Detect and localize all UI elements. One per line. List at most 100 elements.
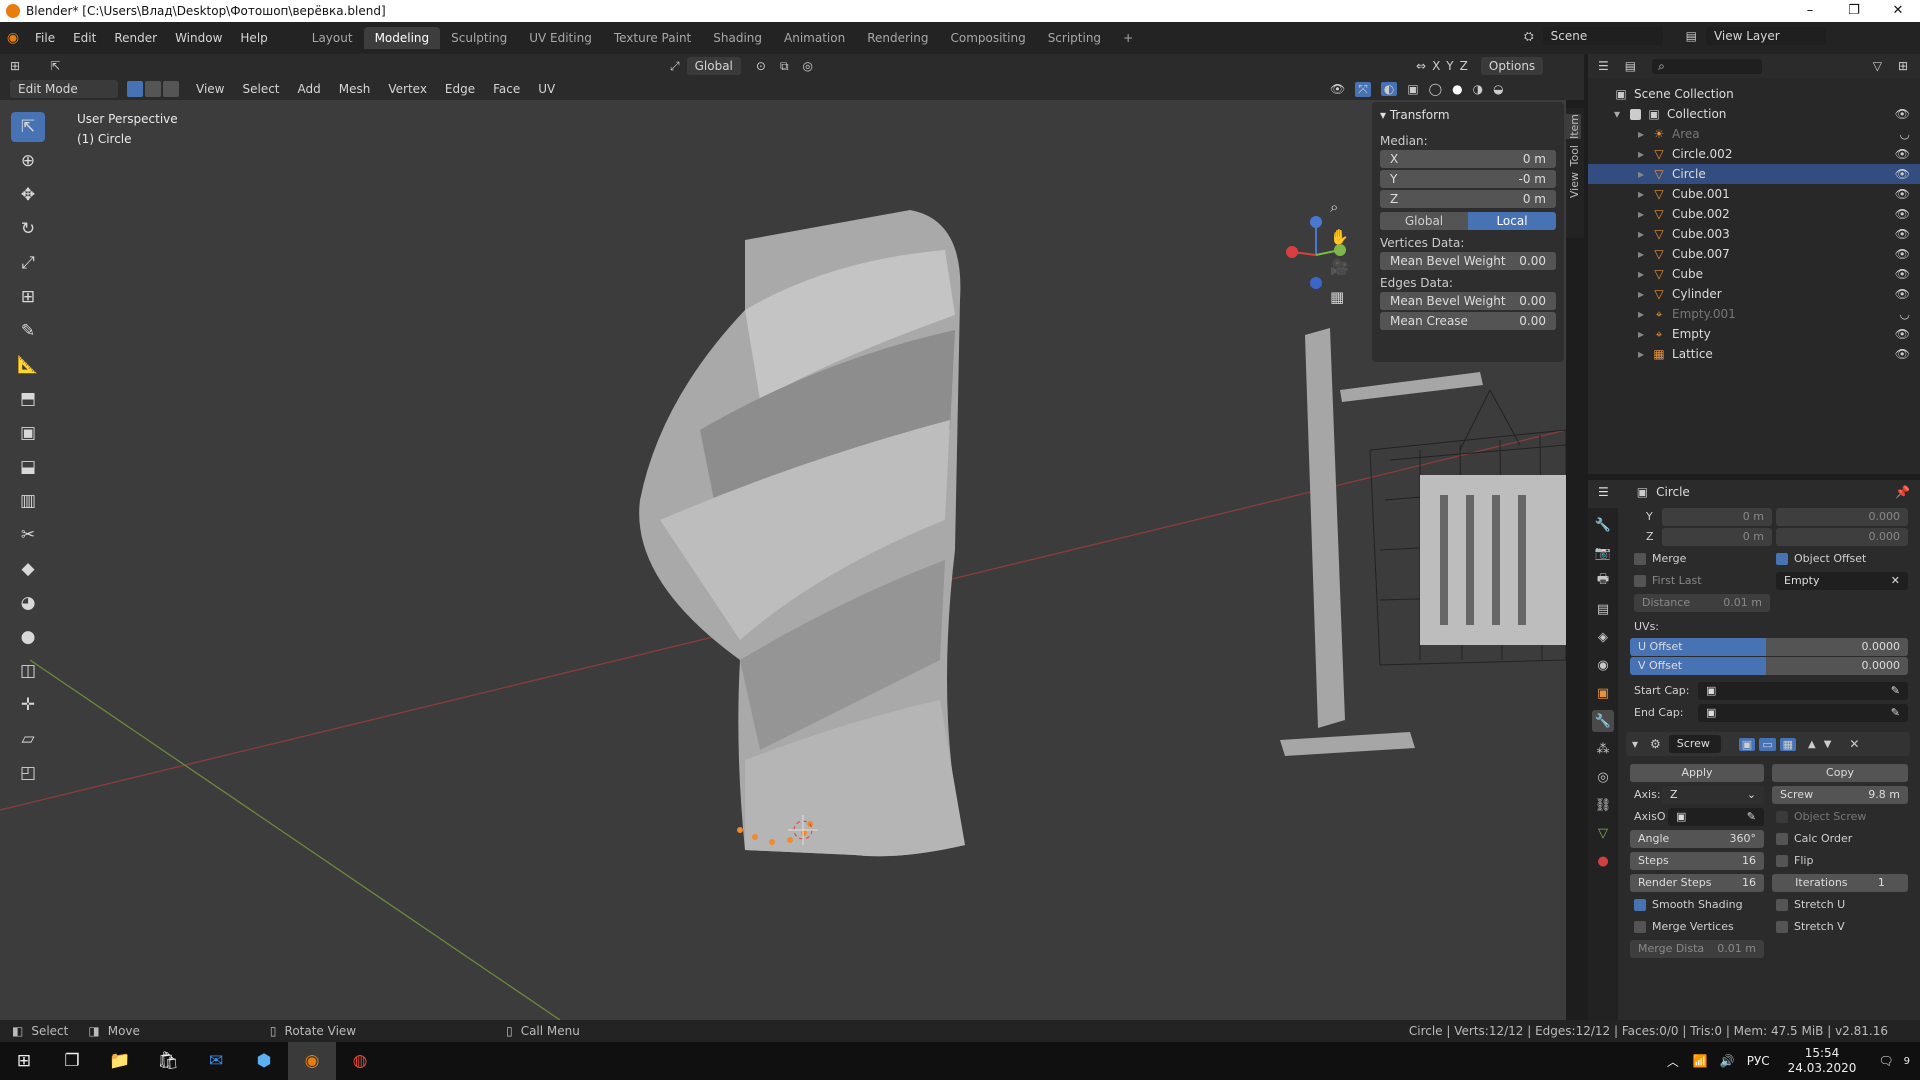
menu-select[interactable]: Select [233, 78, 288, 100]
orientation-dropdown[interactable]: Global [686, 57, 741, 75]
chrome-icon[interactable]: ◍ [336, 1042, 384, 1080]
tab-sculpting[interactable]: Sculpting [440, 27, 518, 49]
tab-view[interactable]: View [1566, 172, 1581, 198]
edge-slide-icon[interactable]: ◫ [11, 656, 45, 686]
outliner-item[interactable]: ▸ ☀ Area ◡ [1588, 124, 1920, 144]
smooth-shading-checkbox[interactable]: Smooth Shading [1634, 896, 1743, 914]
outliner-collection[interactable]: ▾ ▣ Collection 👁 [1588, 104, 1920, 124]
eye-icon[interactable]: 👁 [1895, 227, 1910, 241]
menu-view[interactable]: View [187, 78, 233, 100]
outliner-item[interactable]: ▸ ▽ Circle 👁 [1588, 164, 1920, 184]
screw-field[interactable]: Screw 9.8 m [1772, 786, 1908, 804]
eye-icon[interactable]: 👁 [1895, 207, 1910, 221]
vertex-bevel-weight-field[interactable]: Mean Bevel Weight 0.00 [1380, 252, 1556, 270]
menu-edit[interactable]: Edit [64, 22, 105, 54]
offset-y-field[interactable]: 0 m [1662, 508, 1772, 526]
proportional-icon[interactable]: ◎ [803, 59, 813, 73]
measure-icon[interactable]: 📐 [11, 350, 45, 380]
tab-rendering[interactable]: Rendering [856, 27, 939, 49]
tab-compositing[interactable]: Compositing [939, 27, 1036, 49]
eyedropper-icon-2[interactable]: ✎ [1891, 704, 1900, 722]
outliner-item[interactable]: ▸ ▽ Cube 👁 [1588, 264, 1920, 284]
loop-cut-icon[interactable]: ▥ [11, 486, 45, 516]
spin-icon[interactable]: ◕ [11, 588, 45, 618]
visibility-icon[interactable]: 👁 [1330, 82, 1345, 96]
flip-checkbox[interactable]: Flip [1776, 852, 1813, 870]
menu-help[interactable]: Help [231, 22, 276, 54]
pin-icon[interactable]: 📌 [1895, 485, 1910, 499]
v-offset-field[interactable]: V Offset 0.0000 [1630, 657, 1908, 675]
cursor-icon[interactable]: ⊕ [11, 146, 45, 176]
remove-modifier-icon[interactable]: ✕ [1849, 737, 1859, 751]
store-icon[interactable]: 🛍 [144, 1042, 192, 1080]
move-icon[interactable]: ✥ [11, 180, 45, 210]
eye-icon[interactable]: 👁 [1895, 107, 1910, 121]
menu-vertex[interactable]: Vertex [379, 78, 436, 100]
blender-taskbar-icon[interactable]: ◉ [288, 1042, 336, 1080]
offset-object-field[interactable]: Empty ✕ [1776, 572, 1908, 590]
merge-vertices-check[interactable] [1634, 921, 1646, 933]
collapse-arrow-icon[interactable]: ▾ [1632, 737, 1638, 751]
stretch-u-check[interactable] [1776, 899, 1788, 911]
display-mode-icon[interactable]: ▤ [1625, 59, 1636, 73]
eye-icon[interactable]: 👁 [1895, 147, 1910, 161]
app-icon[interactable]: ⬢ [240, 1042, 288, 1080]
outliner-item[interactable]: ▸ ▽ Cube.003 👁 [1588, 224, 1920, 244]
tab-tool[interactable]: Tool [1566, 145, 1581, 166]
offset-z-field[interactable]: 0 m [1662, 528, 1772, 546]
select-box-icon[interactable]: ⇱ [11, 112, 45, 142]
object-offset-check[interactable] [1776, 553, 1788, 565]
mirror-y[interactable]: Y [1446, 59, 1453, 73]
material-tab-icon[interactable]: ● [1592, 850, 1614, 872]
eye-icon[interactable]: 👁 [1895, 287, 1910, 301]
new-collection-icon[interactable]: ⊞ [1898, 59, 1908, 73]
expand-arrow-icon[interactable]: ▾ [1614, 107, 1620, 121]
file-explorer-icon[interactable]: 📁 [96, 1042, 144, 1080]
outliner-item[interactable]: ▸ ▽ Cube.001 👁 [1588, 184, 1920, 204]
steps-field[interactable]: Steps 16 [1630, 852, 1764, 870]
first-last-check[interactable] [1634, 575, 1646, 587]
object-tab-icon[interactable]: ▣ [1592, 682, 1614, 704]
tab-modeling[interactable]: Modeling [363, 27, 441, 49]
annotate-icon[interactable]: ✎ [11, 316, 45, 346]
camera-icon[interactable]: 🎥 [1330, 258, 1349, 276]
edge-select-icon[interactable] [145, 81, 161, 97]
mean-crease-field[interactable]: Mean Crease 0.00 [1380, 312, 1556, 330]
merge-check[interactable] [1634, 553, 1646, 565]
edge-bevel-weight-field[interactable]: Mean Bevel Weight 0.00 [1380, 292, 1556, 310]
outliner-editor-icon[interactable]: ☰ [1598, 59, 1609, 73]
outliner-item[interactable]: ▸ ⌖ Empty 👁 [1588, 324, 1920, 344]
scene-tab-icon[interactable]: ◈ [1592, 626, 1614, 648]
gizmo-icon[interactable]: ⤧ [1355, 81, 1371, 97]
tab-shading[interactable]: Shading [702, 27, 773, 49]
data-tab-icon[interactable]: ▽ [1592, 822, 1614, 844]
face-select-icon[interactable] [163, 81, 179, 97]
distance-field[interactable]: Distance 0.01 m [1634, 594, 1770, 612]
flip-check[interactable] [1776, 855, 1788, 867]
viewport-toggle-icon[interactable]: ▭ [1759, 737, 1776, 751]
filter-icon[interactable]: ▽ [1873, 59, 1882, 73]
apply-button[interactable]: Apply [1630, 764, 1764, 782]
outliner-item[interactable]: ▸ ⌖ Empty.001 ◡ [1588, 304, 1920, 324]
expand-arrow-icon[interactable]: ▸ [1638, 267, 1644, 281]
modifier-name-field[interactable]: Screw [1668, 735, 1721, 753]
move-down-icon[interactable]: ▼ [1824, 739, 1832, 750]
poly-build-icon[interactable]: ◆ [11, 554, 45, 584]
tray-arrow-icon[interactable]: ︿ [1667, 1053, 1679, 1070]
tab-scripting[interactable]: Scripting [1037, 27, 1112, 49]
eye-icon[interactable]: 👁 [1895, 267, 1910, 281]
menu-render[interactable]: Render [105, 22, 166, 54]
mail-icon[interactable]: ✉ [192, 1042, 240, 1080]
first-last-checkbox[interactable]: First Last [1634, 572, 1702, 590]
outliner-item[interactable]: ▸ ▦ Lattice 👁 [1588, 344, 1920, 364]
outliner-item[interactable]: ▸ ▽ Cube.007 👁 [1588, 244, 1920, 264]
snap-icon[interactable]: ⧉ [780, 59, 789, 74]
mirror-x[interactable]: X [1432, 59, 1440, 73]
render-tab-icon[interactable]: 📷 [1592, 542, 1614, 564]
shear-icon[interactable]: ▱ [11, 724, 45, 754]
tool-tab-icon[interactable]: 🔧 [1592, 514, 1614, 536]
outliner-search-icon[interactable]: ⌕ [1652, 58, 1763, 74]
merge-checkbox[interactable]: Merge [1634, 550, 1686, 568]
constraints-tab-icon[interactable]: ⛓ [1592, 794, 1614, 816]
scale-icon[interactable]: ⤢ [11, 248, 45, 278]
